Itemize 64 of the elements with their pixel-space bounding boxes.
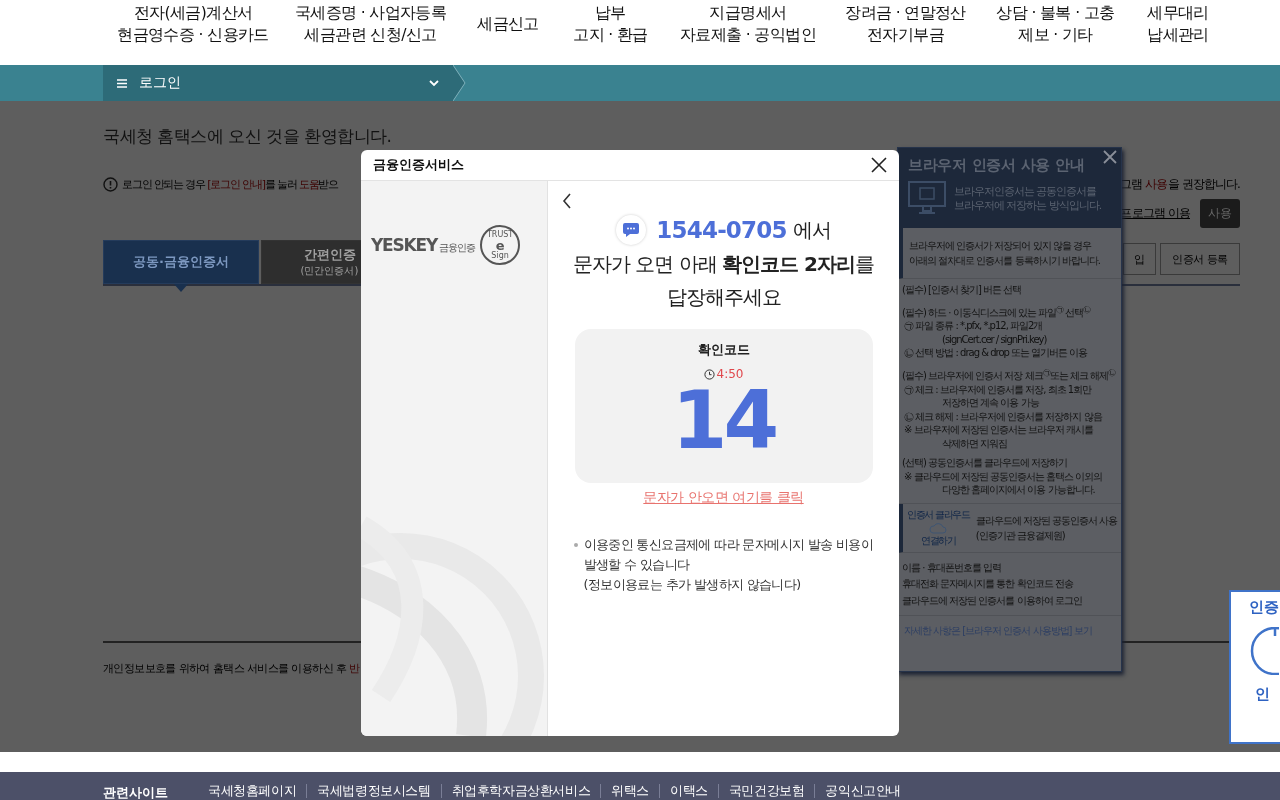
- guide-step-text: ㉠ 파일 종류 : *.pfx, *.p12, 파일2개: [903, 319, 1044, 333]
- menu-icon: [117, 78, 127, 88]
- nav-menu-item[interactable]: 납부 고지 · 환급: [558, 0, 663, 48]
- nav-menu-item[interactable]: 지급명세서 자료제출 · 공익법인: [663, 0, 833, 48]
- countdown-timer: 4:50: [716, 367, 744, 381]
- message-text: 문자가 오면 아래 확인코드 2자리를: [573, 251, 874, 278]
- related-site-link[interactable]: 국세청홈페이지: [198, 784, 307, 798]
- side-widget[interactable]: 인증 인: [1229, 590, 1280, 744]
- back-icon[interactable]: [562, 193, 572, 209]
- clock-icon: [703, 368, 715, 380]
- guide-step-text: (필수) 하드 · 이동식디스크에 있는 파일$^{㉠}$ 선택$^{㉡}$: [902, 302, 1092, 320]
- monitor-icon: [908, 181, 946, 215]
- close-icon[interactable]: [871, 157, 887, 173]
- note-text: (정보이용료는 추가 발생하지 않습니다): [583, 577, 801, 592]
- guide-step-text: (선택) 공동인증서를 클라우드에 저장하기: [902, 456, 1069, 470]
- recommend-text: 그램 사용을 권장합니다.: [1120, 176, 1240, 193]
- guide-step-text: 삭제하면 지워짐: [941, 436, 1009, 451]
- nav-menu-item[interactable]: 국세증명 · 사업자등록 세금관련 신청/신고: [283, 0, 458, 48]
- chevron-down-icon: [429, 79, 439, 87]
- message-text: 에서: [792, 216, 831, 244]
- privacy-note: 개인정보보호를 위하여 홈택스 서비스를 이용하신 후 반: [103, 661, 361, 676]
- guide-step-text: (필수) [인증서 찾기] 버튼 선택: [902, 283, 1023, 297]
- alert-icon: [103, 177, 118, 192]
- phone-number: 1544-0705: [656, 217, 787, 243]
- bullet-icon: [573, 543, 578, 547]
- brand-logo-subtext: 금융인증: [439, 241, 476, 255]
- panel-notice: 브라우저에 인증서가 저장되어 있지 않을 경우 아래의 절차대로 인증서를 등록하시기 바랍니다.: [909, 239, 1101, 268]
- login-help-text: 로그인 안되는 경우 [로그인 안내]를 눌러 도움받으: [122, 177, 338, 192]
- panel-title: 브라우저 인증서 사용 안내: [908, 156, 1086, 175]
- guide-step-text: ㉠ 체크 : 브라우저에 인증서를 저장, 최초 1회만: [903, 382, 1093, 397]
- nav-menu-item[interactable]: 장려금 · 연말정산 전자기부금: [833, 0, 978, 48]
- verification-code: 14: [671, 381, 776, 461]
- cloud-cert-text: 클라우드에 저장된 공동인증서 사용 (인증기관 금융결제원): [975, 513, 1118, 543]
- related-site-link[interactable]: 국세법령정보시스템: [306, 784, 441, 798]
- cloud-step-text: 휴대전화 문자메시지를 통한 확인코드 전송: [902, 577, 1074, 591]
- guide-step-text: ※ 브라우저에 저장된 인증서는 브라우저 캐시를: [903, 423, 1095, 437]
- guide-step-text: 저장하면 계속 이용 가능: [941, 396, 1040, 410]
- cloud-step-text: 클라우드에 저장된 인증서를 이용하여 로그인: [902, 593, 1083, 608]
- related-site-link[interactable]: 공익신고안내: [814, 784, 912, 798]
- cloud-icon: [929, 521, 948, 534]
- cloud-step-text: 이름 · 휴대폰번호를 입력: [902, 560, 1002, 575]
- nav-menu-item[interactable]: 전자(세금)계산서 현금영수증 · 신용카드: [103, 0, 283, 48]
- nav-menu-item[interactable]: 상담 · 불복 · 고충 제보 · 기타: [978, 0, 1133, 48]
- related-site-link[interactable]: 이택스: [659, 784, 718, 798]
- welcome-heading: 국세청 홈택스에 오신 것을 환영합니다.: [103, 125, 393, 148]
- tab-pointer-icon: [174, 284, 188, 292]
- breadcrumb-arrow-icon: [453, 65, 467, 101]
- footer-title: 관련사이트: [103, 784, 168, 800]
- guide-step-text: 다양한 홈페이지에서 이용 가능합니다.: [941, 483, 1096, 497]
- note-text: 이용중인 통신요금제에 따라 문자메시지 발송 비용이 발생할 수 있습니다: [583, 537, 874, 572]
- related-site-link[interactable]: 국민건강보험: [717, 784, 815, 798]
- dialog-title: 금융인증서비스: [373, 156, 464, 174]
- guide-step-text: ※ 클라우드에 저장된 공동인증서는 홈택스 이외의: [903, 469, 1104, 484]
- related-site-link[interactable]: 취업후학자금상환서비스: [440, 784, 601, 798]
- nav-menu-item[interactable]: 세금신고: [458, 0, 558, 48]
- guide-step-text: ㉡ 체크 해제 : 브라우저에 인증서를 저장하지 않음: [903, 409, 1103, 424]
- nav-menu-item[interactable]: 세무대리 납세관리: [1133, 0, 1223, 48]
- guide-step-text: (필수) 브라우저에 인증서 저장 체크$^{㉠}$또는 체크 해제$^{㉡}$: [902, 365, 1117, 383]
- code-label: 확인코드: [697, 341, 750, 359]
- message-text: 답장해주세요: [666, 284, 781, 311]
- chat-icon: [616, 215, 647, 245]
- guide-step-text: ㉡ 선택 방법 : drag & drop 또는 열기버튼 이용: [903, 346, 1089, 360]
- related-site-link[interactable]: 위택스: [600, 784, 660, 798]
- guide-step-text: (signCert.cer / signPri.key): [941, 332, 1048, 347]
